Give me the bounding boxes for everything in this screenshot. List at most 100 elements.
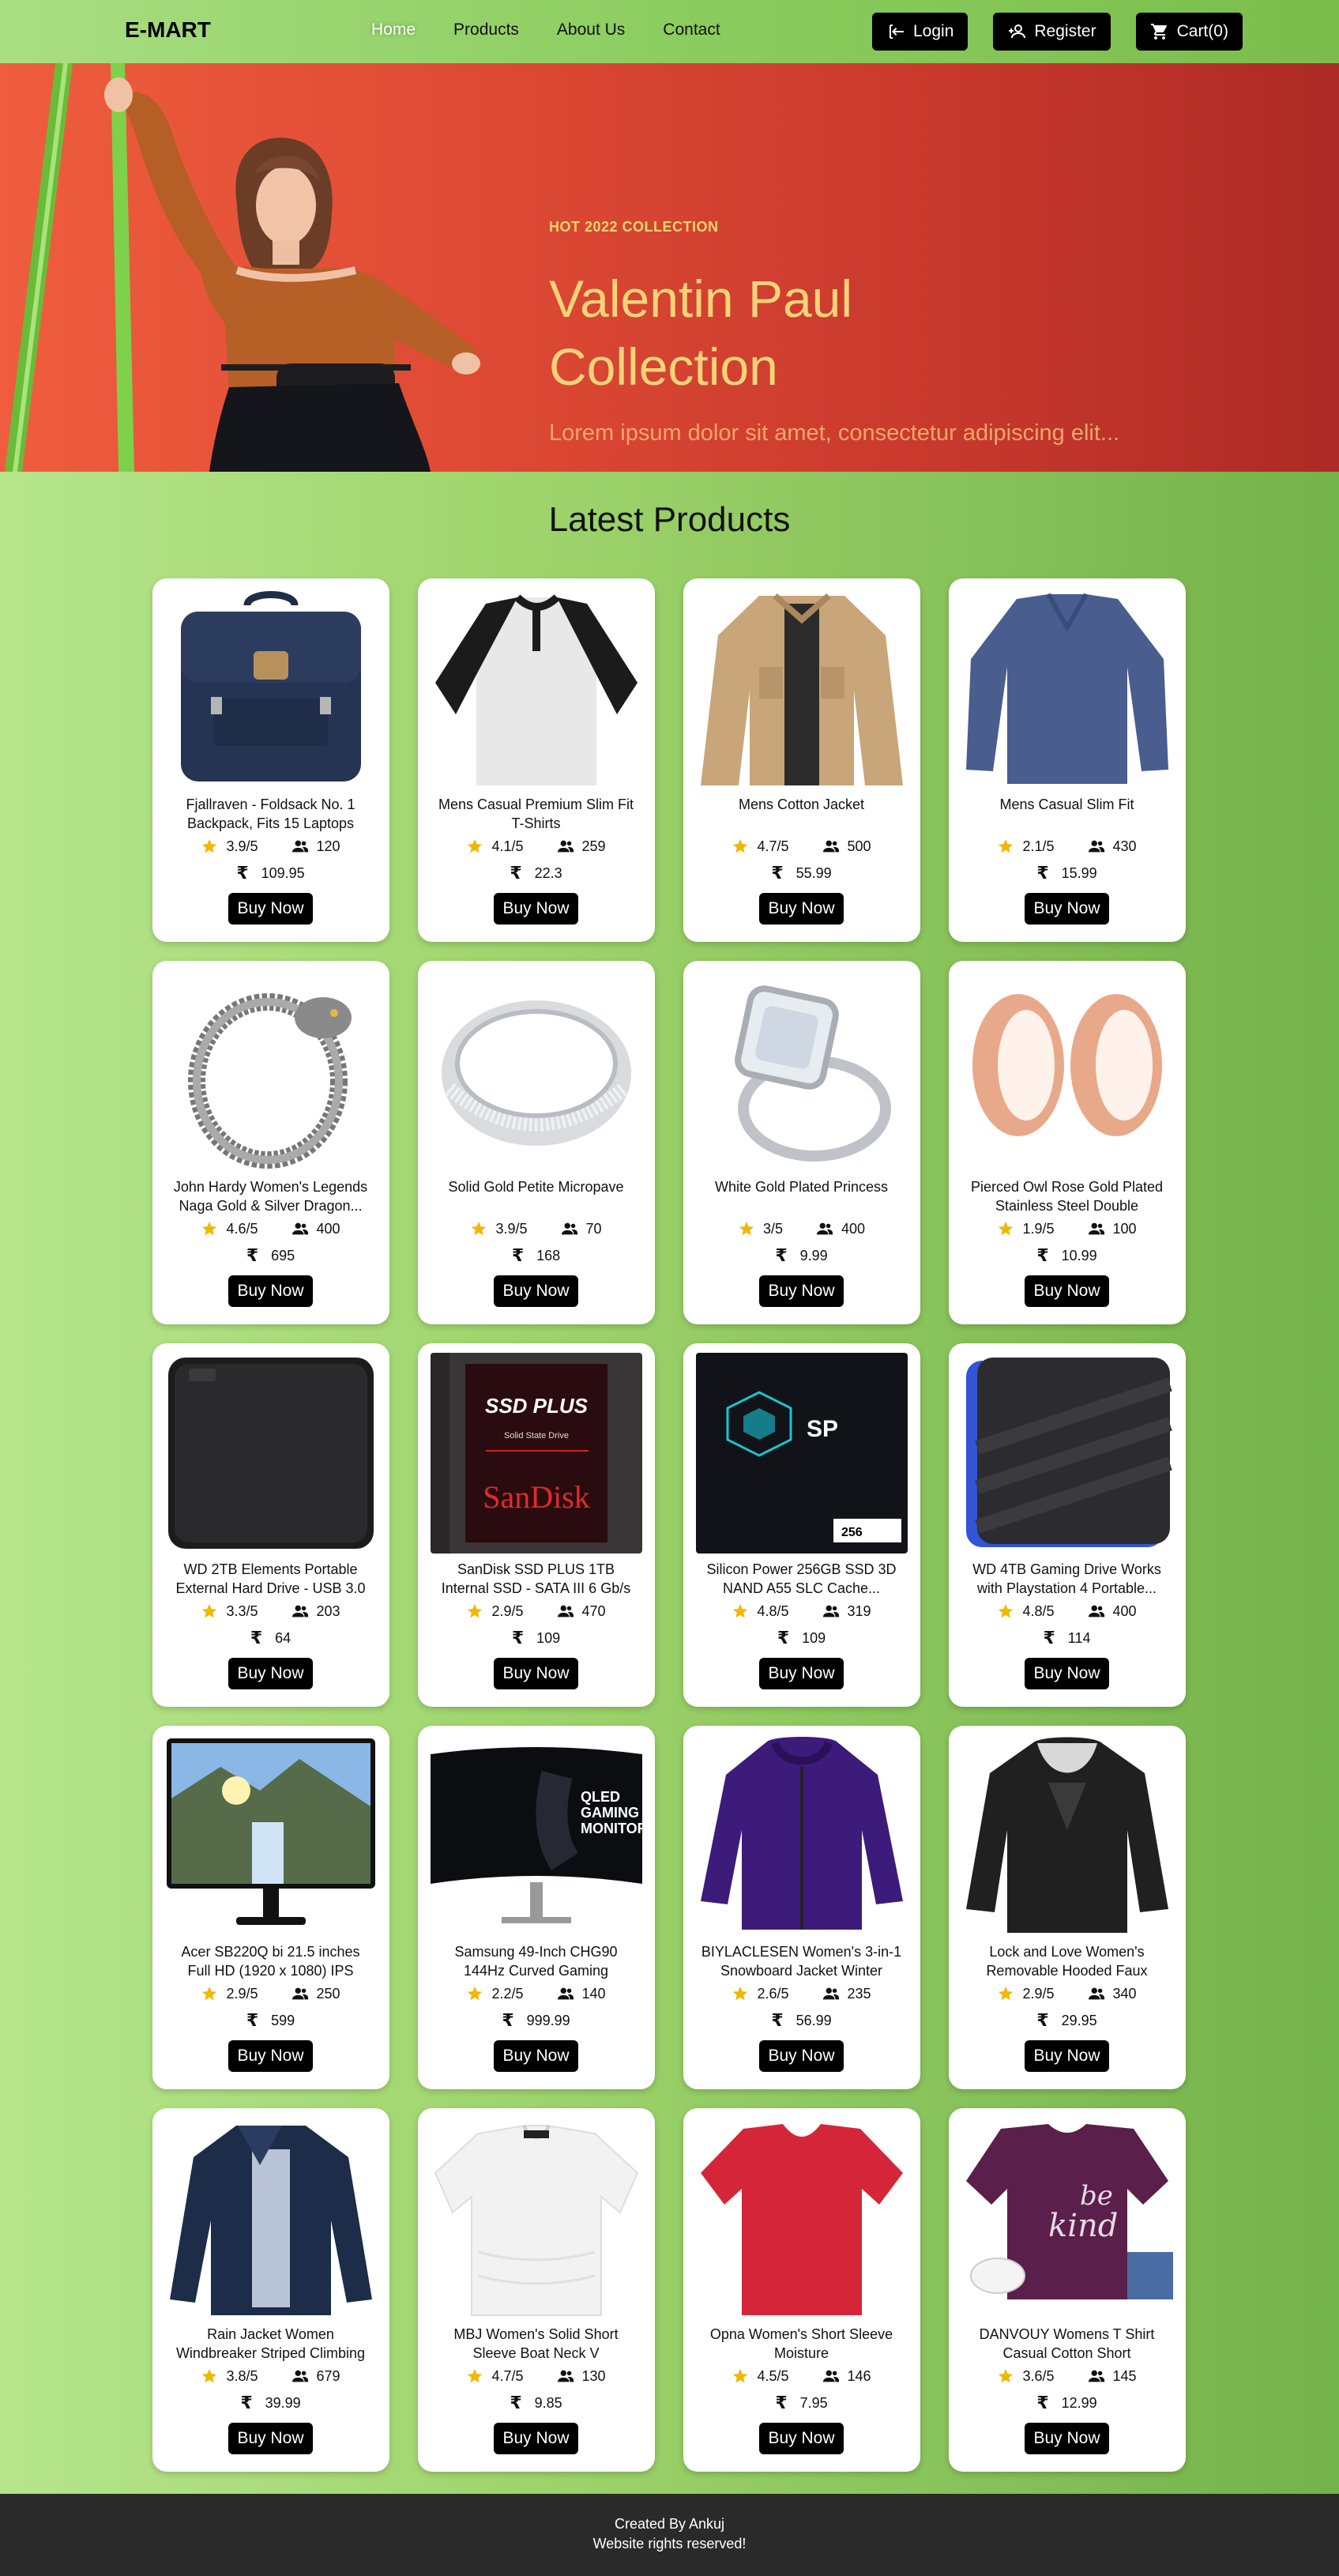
product-price: ₹109.95 bbox=[236, 863, 304, 883]
brand-logo[interactable]: E-MART bbox=[125, 17, 211, 43]
product-price: ₹55.99 bbox=[771, 863, 831, 883]
people-icon bbox=[1088, 1987, 1104, 2000]
buy-now-button[interactable]: Buy Now bbox=[494, 893, 578, 925]
product-image[interactable]: SP 256 bbox=[695, 1353, 908, 1554]
buy-now-button[interactable]: Buy Now bbox=[759, 1275, 844, 1307]
product-title[interactable]: Fjallraven - Foldsack No. 1 Backpack, Fi… bbox=[165, 795, 377, 833]
product-image[interactable] bbox=[164, 970, 377, 1171]
rating-value: 4.7/5 bbox=[491, 2367, 524, 2384]
rupee-icon: ₹ bbox=[236, 863, 249, 883]
rating: 4.5/5 bbox=[732, 2367, 789, 2385]
product-stats: 2.1/5 430 bbox=[997, 838, 1137, 855]
buy-now-button[interactable]: Buy Now bbox=[228, 1275, 313, 1307]
product-title[interactable]: Mens Casual Premium Slim Fit T-Shirts bbox=[431, 795, 642, 833]
people-icon bbox=[557, 2370, 574, 2382]
product-image[interactable] bbox=[430, 970, 642, 1171]
hero-title: Valentin Paul Collection bbox=[549, 269, 853, 396]
product-image[interactable] bbox=[961, 1735, 1173, 1936]
buy-now-button[interactable]: Buy Now bbox=[494, 1275, 578, 1307]
register-button[interactable]: Register bbox=[993, 13, 1111, 51]
buy-now-button[interactable]: Buy Now bbox=[228, 1658, 313, 1689]
login-button[interactable]: Login bbox=[872, 13, 969, 51]
product-card: QLED GAMING MONITOR Samsung 49-Inch CHG90 1… bbox=[417, 1726, 655, 2089]
product-title[interactable]: Opna Women's Short Sleeve Moisture bbox=[696, 2325, 908, 2363]
cart-button[interactable]: Cart(0) bbox=[1135, 13, 1243, 51]
review-count-value: 203 bbox=[316, 1602, 340, 1619]
product-title[interactable]: Lock and Love Women's Removable Hooded F… bbox=[961, 1942, 1173, 1980]
product-title[interactable]: Solid Gold Petite Micropave bbox=[443, 1177, 628, 1215]
buy-now-button[interactable]: Buy Now bbox=[228, 2423, 313, 2454]
product-image[interactable] bbox=[164, 1353, 377, 1554]
review-count: 130 bbox=[557, 2367, 606, 2385]
product-title[interactable]: Mens Cotton Jacket bbox=[734, 795, 869, 833]
price-value: 56.99 bbox=[796, 2012, 832, 2028]
product-image[interactable]: SSD PLUS Solid State Drive SanDisk bbox=[430, 1353, 642, 1554]
product-title[interactable]: WD 2TB Elements Portable External Hard D… bbox=[165, 1560, 377, 1598]
product-title[interactable]: MBJ Women's Solid Short Sleeve Boat Neck… bbox=[431, 2325, 642, 2363]
product-title[interactable]: Mens Casual Slim Fit bbox=[995, 795, 1138, 833]
buy-now-button[interactable]: Buy Now bbox=[228, 2040, 313, 2072]
buy-now-button[interactable]: Buy Now bbox=[1025, 893, 1109, 925]
buy-now-button[interactable]: Buy Now bbox=[1025, 1658, 1109, 1689]
rating: 3.6/5 bbox=[997, 2367, 1055, 2385]
nav-link-about[interactable]: About Us bbox=[557, 21, 625, 40]
product-title[interactable]: John Hardy Women's Legends Naga Gold & S… bbox=[165, 1177, 377, 1215]
product-image[interactable] bbox=[961, 970, 1173, 1171]
product-title[interactable]: BIYLACLESEN Women's 3-in-1 Snowboard Jac… bbox=[696, 1942, 908, 1980]
buy-now-button[interactable]: Buy Now bbox=[1025, 1275, 1109, 1307]
product-image[interactable] bbox=[164, 1735, 377, 1936]
product-title[interactable]: Rain Jacket Women Windbreaker Striped Cl… bbox=[165, 2325, 377, 2363]
product-image[interactable] bbox=[430, 588, 642, 789]
buy-now-button[interactable]: Buy Now bbox=[1025, 2040, 1109, 2072]
svg-text:GAMING: GAMING bbox=[581, 1805, 639, 1821]
product-title[interactable]: SanDisk SSD PLUS 1TB Internal SSD - SATA… bbox=[431, 1560, 642, 1598]
buy-now-button[interactable]: Buy Now bbox=[759, 2423, 844, 2454]
cart-label: Cart(0) bbox=[1176, 22, 1228, 40]
people-icon bbox=[822, 1605, 839, 1618]
product-price: ₹109 bbox=[512, 1628, 560, 1648]
buy-now-button[interactable]: Buy Now bbox=[228, 893, 313, 925]
rupee-icon: ₹ bbox=[246, 1245, 259, 1265]
buy-now-button[interactable]: Buy Now bbox=[1025, 2423, 1109, 2454]
product-image[interactable] bbox=[961, 588, 1173, 789]
product-image[interactable] bbox=[695, 970, 908, 1171]
product-title[interactable]: Samsung 49-Inch CHG90 144Hz Curved Gamin… bbox=[431, 1942, 642, 1980]
review-count-value: 250 bbox=[316, 1985, 340, 2002]
product-stats: 2.6/5 235 bbox=[732, 1985, 871, 2002]
product-image[interactable] bbox=[164, 588, 377, 789]
product-image[interactable]: QLED GAMING MONITOR bbox=[430, 1735, 642, 1936]
product-image[interactable] bbox=[695, 1735, 908, 1936]
buy-now-button[interactable]: Buy Now bbox=[494, 1658, 578, 1689]
buy-now-button[interactable]: Buy Now bbox=[759, 1658, 844, 1689]
product-image[interactable] bbox=[695, 588, 908, 789]
rating-value: 4.8/5 bbox=[757, 1602, 789, 1619]
review-count-value: 400 bbox=[316, 1220, 340, 1237]
nav-link-products[interactable]: Products bbox=[453, 21, 519, 40]
product-title[interactable]: Acer SB220Q bi 21.5 inches Full HD (1920… bbox=[165, 1942, 377, 1980]
svg-text:SanDisk: SanDisk bbox=[483, 1479, 590, 1515]
product-title[interactable]: White Gold Plated Princess bbox=[710, 1177, 893, 1215]
price-value: 114 bbox=[1067, 1629, 1091, 1646]
rating: 3.3/5 bbox=[201, 1602, 258, 1620]
product-image[interactable] bbox=[430, 2118, 642, 2318]
product-card: Mens Casual Premium Slim Fit T-Shirts 4.1… bbox=[417, 578, 655, 942]
product-title[interactable]: WD 4TB Gaming Drive Works with Playstati… bbox=[961, 1560, 1173, 1598]
product-title[interactable]: DANVOUY Womens T Shirt Casual Cotton Sho… bbox=[961, 2325, 1173, 2363]
buy-now-button[interactable]: Buy Now bbox=[759, 893, 844, 925]
product-image[interactable] bbox=[695, 2118, 908, 2318]
buy-now-button[interactable]: Buy Now bbox=[494, 2040, 578, 2072]
buy-now-button[interactable]: Buy Now bbox=[759, 2040, 844, 2072]
product-image[interactable] bbox=[164, 2118, 377, 2318]
product-image[interactable]: be kind bbox=[961, 2118, 1173, 2318]
nav-link-contact[interactable]: Contact bbox=[663, 21, 720, 40]
product-image[interactable] bbox=[961, 1353, 1173, 1554]
rating-value: 3.9/5 bbox=[495, 1220, 528, 1237]
nav-link-home[interactable]: Home bbox=[371, 21, 416, 40]
product-title[interactable]: Pierced Owl Rose Gold Plated Stainless S… bbox=[961, 1177, 1173, 1215]
review-count: 235 bbox=[822, 1985, 871, 2002]
star-icon bbox=[468, 1986, 483, 2001]
review-count-value: 400 bbox=[841, 1220, 866, 1237]
product-price: ₹56.99 bbox=[771, 2010, 831, 2031]
buy-now-button[interactable]: Buy Now bbox=[494, 2423, 578, 2454]
product-title[interactable]: Silicon Power 256GB SSD 3D NAND A55 SLC … bbox=[696, 1560, 908, 1598]
